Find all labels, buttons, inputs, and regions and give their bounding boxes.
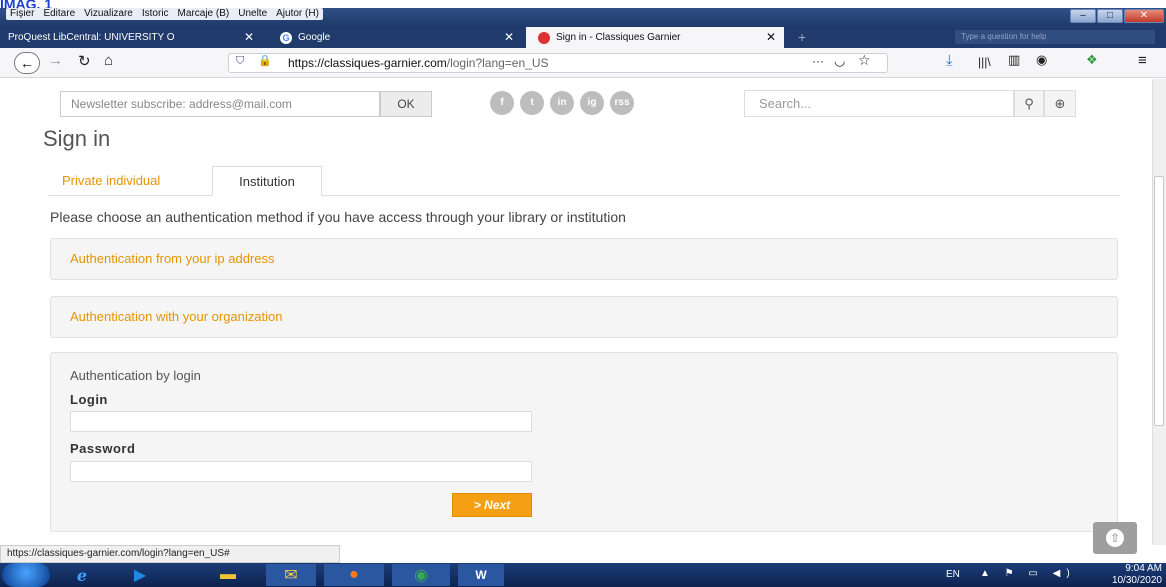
forward-arrow-icon[interactable]: → xyxy=(48,52,63,69)
clock-time[interactable]: 9:04 AM xyxy=(1106,563,1162,574)
chrome-icon[interactable]: ◉ xyxy=(392,564,450,586)
menu-tools[interactable]: Unelte xyxy=(238,8,267,20)
advanced-search-icon[interactable]: ⊕ xyxy=(1044,90,1076,117)
status-bar-url: https://classiques-garnier.com/login?lan… xyxy=(0,545,340,563)
shield-icon[interactable]: ⛉ xyxy=(236,55,244,68)
instagram-icon[interactable]: ig xyxy=(580,91,604,115)
scroll-to-top-button[interactable]: ⇧ xyxy=(1093,522,1137,554)
tab-private-individual[interactable]: Private individual xyxy=(52,166,170,195)
scrollbar-thumb[interactable] xyxy=(1154,176,1164,426)
close-window-button[interactable]: ✕ xyxy=(1124,9,1164,23)
page-title: Sign in xyxy=(43,126,111,151)
tabs-divider xyxy=(48,195,1120,196)
menu-file[interactable]: Fişier xyxy=(10,8,34,20)
firefox-icon[interactable]: ● xyxy=(324,564,384,586)
word-icon[interactable]: W xyxy=(458,564,504,586)
sidebar-icon[interactable]: ▥ xyxy=(1008,52,1020,68)
tab-classiques-garnier[interactable]: Sign in - Classiques Garnier ✕ xyxy=(526,27,784,48)
bookmark-star-icon[interactable]: ☆ xyxy=(858,52,871,69)
login-panel-heading: Authentication by login xyxy=(70,368,201,383)
download-icon[interactable]: ⤓ xyxy=(946,52,953,69)
next-button[interactable]: > Next xyxy=(452,493,532,517)
password-input[interactable] xyxy=(70,461,532,482)
login-input[interactable] xyxy=(70,411,532,432)
outlook-icon[interactable]: ✉ xyxy=(266,564,316,586)
tab-title: Google xyxy=(298,32,331,43)
minimize-button[interactable]: – xyxy=(1070,9,1096,23)
close-tab-icon[interactable]: ✕ xyxy=(244,30,254,44)
account-icon[interactable]: ◉ xyxy=(1036,52,1047,68)
tab-institution[interactable]: Institution xyxy=(212,166,322,196)
tray-icons[interactable]: ▲ ⚑ ▭ ◀) xyxy=(980,568,1076,579)
page-actions-icon[interactable]: ··· xyxy=(812,54,824,68)
search-input[interactable]: Search... xyxy=(744,90,1014,117)
menu-bar: Fişier Editare Vizualizare Istoric Marca… xyxy=(6,8,323,20)
start-button-icon[interactable] xyxy=(2,563,50,587)
lock-icon[interactable]: 🔒 xyxy=(258,54,272,67)
internet-explorer-icon[interactable]: e xyxy=(62,564,102,586)
library-icon[interactable]: |||\ xyxy=(978,55,991,69)
tab-google[interactable]: G Google ✕ xyxy=(272,27,522,48)
menu-history[interactable]: Istoric xyxy=(142,8,169,20)
close-tab-icon[interactable]: ✕ xyxy=(504,30,514,44)
menu-view[interactable]: Vizualizare xyxy=(84,8,133,20)
media-player-icon[interactable]: ▶ xyxy=(120,564,160,586)
rss-icon[interactable]: rss xyxy=(610,91,634,115)
maximize-button[interactable]: □ xyxy=(1097,9,1123,23)
facebook-icon[interactable]: f xyxy=(490,91,514,115)
newsletter-input[interactable]: Newsletter subscribe: address@mail.com xyxy=(60,91,380,117)
org-auth-link[interactable]: Authentication with your organization xyxy=(70,309,282,324)
home-icon[interactable]: ⌂ xyxy=(104,52,113,69)
help-search-box[interactable]: Type a question for help xyxy=(955,30,1155,44)
menu-edit[interactable]: Editare xyxy=(43,8,75,20)
instructions-text: Please choose an authentication method i… xyxy=(50,209,626,225)
reload-icon[interactable]: ↻ xyxy=(78,52,91,70)
menu-help[interactable]: Ajutor (H) xyxy=(276,8,319,20)
tab-title: ProQuest LibCentral: UNIVERSITY O xyxy=(8,32,175,43)
file-explorer-icon[interactable]: ▬ xyxy=(208,564,248,586)
language-indicator[interactable]: EN xyxy=(946,569,960,580)
menu-bookmarks[interactable]: Marcaje (B) xyxy=(178,8,230,20)
close-tab-icon[interactable]: ✕ xyxy=(766,30,776,44)
twitter-icon[interactable]: t xyxy=(520,91,544,115)
menu-hamburger-icon[interactable]: ≡ xyxy=(1138,52,1147,69)
extension-icon[interactable]: ❖ xyxy=(1086,52,1098,68)
back-arrow-icon[interactable]: ← xyxy=(14,52,40,74)
url-text: https://classiques-garnier.com/login?lan… xyxy=(288,56,549,70)
linkedin-icon[interactable]: in xyxy=(550,91,574,115)
password-label: Password xyxy=(70,441,136,456)
google-icon: G xyxy=(280,31,292,44)
ip-auth-link[interactable]: Authentication from your ip address xyxy=(70,251,275,266)
site-favicon-icon xyxy=(538,31,550,44)
newsletter-ok-button[interactable]: OK xyxy=(380,91,432,117)
tab-proquest[interactable]: ProQuest LibCentral: UNIVERSITY O ✕ xyxy=(0,27,262,48)
clock-date[interactable]: 10/30/2020 xyxy=(1088,575,1162,586)
login-label: Login xyxy=(70,392,108,407)
login-auth-panel xyxy=(50,352,1118,532)
new-tab-icon[interactable]: + xyxy=(798,29,806,45)
search-icon[interactable]: ⚲ xyxy=(1014,90,1044,117)
tab-title: Sign in - Classiques Garnier xyxy=(556,32,681,43)
pocket-icon[interactable]: ◡ xyxy=(834,53,845,69)
up-arrow-icon: ⇧ xyxy=(1106,529,1124,547)
